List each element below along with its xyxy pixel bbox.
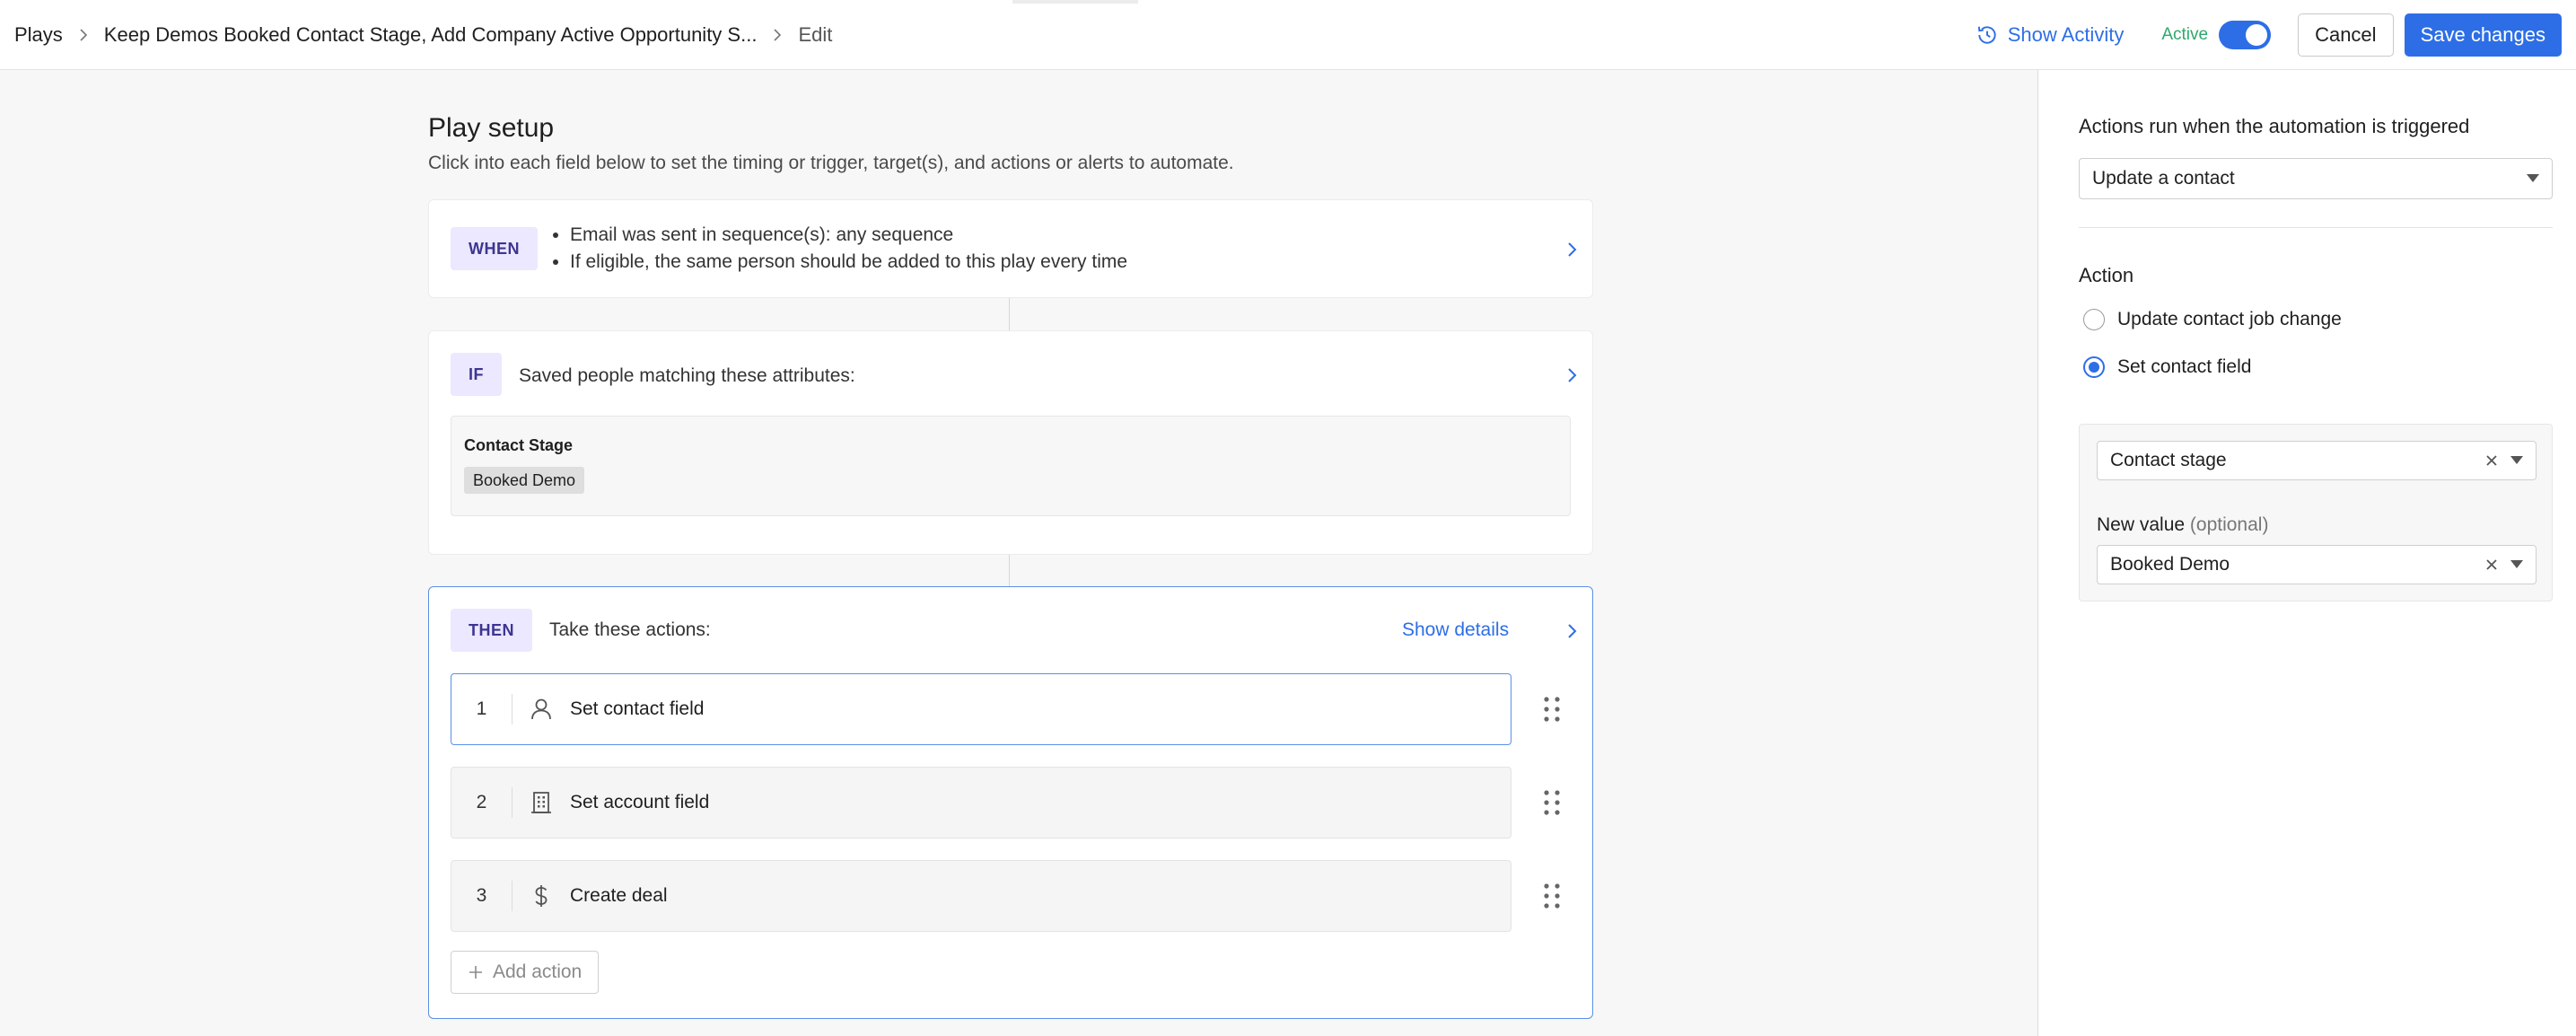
new-value-value: Booked Demo (2110, 554, 2230, 575)
header-actions: Show Activity Active Cancel Save changes (1976, 13, 2562, 57)
history-icon (1976, 23, 1999, 47)
if-label: Saved people matching these attributes: (519, 365, 855, 386)
action-config-panel: Actions run when the automation is trigg… (2037, 70, 2576, 1036)
building-icon (513, 790, 570, 815)
when-condition-item: Email was sent in sequence(s): any seque… (570, 222, 1127, 249)
breadcrumb-plays[interactable]: Plays (14, 23, 63, 47)
action-label: Set contact field (570, 698, 705, 719)
action-label: Set account field (570, 792, 710, 812)
show-activity-button[interactable]: Show Activity (1976, 22, 2125, 47)
show-details-link[interactable]: Show details (1402, 619, 1509, 641)
flow-connector (1009, 555, 1010, 586)
attribute-box: Contact Stage Booked Demo (451, 416, 1571, 516)
page-title: Play setup (428, 113, 555, 143)
radio-button[interactable] (2083, 356, 2105, 378)
status-label: Active (2161, 24, 2209, 44)
action-number: 1 (451, 694, 513, 724)
new-value-select[interactable]: Booked Demo (2097, 545, 2537, 584)
chevron-right-icon (757, 28, 798, 42)
action-row-set-contact-field[interactable]: 1 Set contact field (451, 673, 1511, 745)
when-tag: WHEN (451, 227, 538, 270)
when-conditions: Email was sent in sequence(s): any seque… (570, 222, 1127, 276)
contact-field-value: Contact stage (2110, 450, 2227, 470)
active-toggle[interactable] (2219, 20, 2272, 49)
play-canvas: Play setup Click into each field below t… (0, 70, 2037, 1036)
breadcrumb-play-name[interactable]: Keep Demos Booked Contact Stage, Add Com… (104, 23, 758, 47)
drag-handle-icon[interactable] (1542, 789, 1562, 816)
caret-down-icon (2527, 174, 2539, 182)
chevron-right-icon[interactable] (1562, 621, 1582, 641)
caret-down-icon (2510, 456, 2523, 464)
save-changes-button[interactable]: Save changes (2404, 13, 2562, 57)
action-row-set-account-field[interactable]: 2 Set account field (451, 767, 1511, 838)
attribute-name: Contact Stage (464, 436, 574, 454)
action-number: 3 (451, 881, 513, 911)
drag-handle-icon[interactable] (1542, 696, 1562, 723)
panel-title: Actions run when the automation is trigg… (2079, 115, 2470, 137)
topbar-shade (1012, 0, 1138, 4)
action-type-value: Update a contact (2092, 168, 2235, 189)
when-condition-item: If eligible, the same person should be a… (570, 249, 1127, 276)
then-label: Take these actions: (549, 619, 711, 640)
chevron-right-icon[interactable] (1562, 240, 1582, 259)
show-activity-label: Show Activity (2007, 22, 2125, 46)
divider (2079, 227, 2553, 228)
person-icon (513, 697, 570, 722)
optional-hint: (optional) (2189, 514, 2269, 535)
drag-handle-icon[interactable] (1542, 882, 1562, 909)
breadcrumb-current: Edit (798, 22, 833, 46)
dollar-icon (513, 883, 570, 909)
caret-down-icon (2510, 560, 2523, 568)
breadcrumb: Plays Keep Demos Booked Contact Stage, A… (14, 23, 832, 47)
page-subtitle: Click into each field below to set the t… (428, 153, 1234, 173)
top-bar: Plays Keep Demos Booked Contact Stage, A… (0, 0, 2576, 70)
flow-connector (1009, 298, 1010, 330)
contact-field-select[interactable]: Contact stage (2097, 441, 2537, 480)
chevron-right-icon (63, 28, 104, 42)
new-value-label: New value (optional) (2097, 514, 2268, 536)
then-card[interactable]: THEN Take these actions: Show details 1 … (428, 586, 1593, 1019)
field-config-box: Contact stage New value (optional) Booke… (2079, 424, 2553, 601)
action-label: Create deal (570, 885, 668, 906)
add-action-label: Add action (493, 961, 583, 982)
attribute-value-chip: Booked Demo (464, 467, 585, 494)
if-tag: IF (451, 353, 502, 396)
action-row-create-deal[interactable]: 3 Create deal (451, 860, 1511, 932)
close-icon[interactable] (2484, 452, 2500, 469)
add-action-button[interactable]: Add action (451, 951, 600, 994)
radio-update-contact-job-change[interactable]: Update contact job change (2083, 309, 2342, 330)
radio-button[interactable] (2083, 309, 2105, 330)
then-tag: THEN (451, 609, 532, 652)
plus-icon (469, 966, 482, 979)
action-type-select[interactable]: Update a contact (2079, 158, 2553, 199)
action-number: 2 (451, 787, 513, 818)
chevron-right-icon[interactable] (1562, 365, 1582, 385)
radio-label: Set contact field (2117, 356, 2252, 377)
if-card[interactable]: IF Saved people matching these attribute… (428, 330, 1593, 555)
new-value-label-text: New value (2097, 514, 2186, 535)
action-section-label: Action (2079, 264, 2134, 286)
when-card[interactable]: WHEN Email was sent in sequence(s): any … (428, 199, 1593, 298)
cancel-button[interactable]: Cancel (2298, 13, 2394, 57)
radio-label: Update contact job change (2117, 309, 2342, 329)
radio-set-contact-field[interactable]: Set contact field (2083, 356, 2251, 378)
close-icon[interactable] (2484, 557, 2500, 573)
